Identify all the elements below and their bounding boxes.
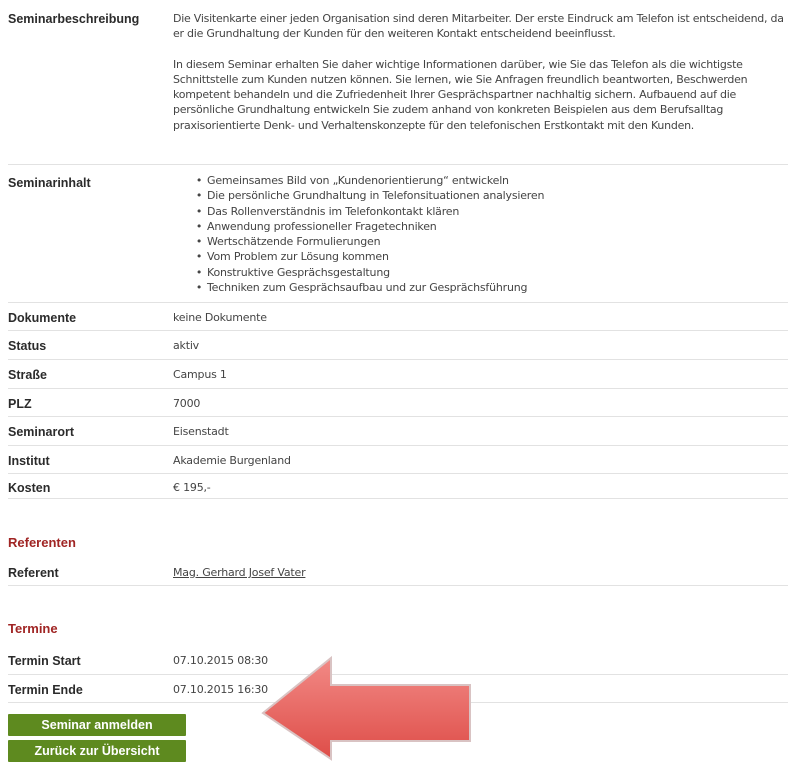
referenten-heading: Referenten — [8, 535, 76, 550]
status-label: Status — [8, 339, 47, 353]
referent-value: Mag. Gerhard Josef Vater — [173, 566, 306, 579]
street-label: Straße — [8, 368, 47, 382]
termine-heading: Termine — [8, 621, 58, 636]
street-value: Campus 1 — [173, 368, 227, 381]
termin-end-value: 07.10.2015 16:30 — [173, 683, 268, 696]
list-item: Gemeinsames Bild von „Kundenorientierung… — [173, 173, 773, 188]
description-row: Seminarbeschreibung Die Visitenkarte ein… — [8, 0, 788, 165]
highlight-arrow-icon — [261, 655, 471, 761]
institute-value: Akademie Burgenland — [173, 454, 291, 467]
table-row: Seminarort Eisenstadt — [8, 417, 788, 446]
list-item: Das Rollenverständnis im Telefonkontakt … — [173, 204, 773, 219]
documents-label: Dokumente — [8, 311, 77, 325]
termin-end-label: Termin Ende — [8, 683, 83, 697]
back-to-overview-button[interactable]: Zurück zur Übersicht — [8, 740, 186, 762]
register-seminar-button[interactable]: Seminar anmelden — [8, 714, 186, 736]
list-item: Vom Problem zur Lösung kommen — [173, 249, 773, 264]
referent-row: Referent Mag. Gerhard Josef Vater — [8, 558, 788, 586]
description-paragraph-1: Die Visitenkarte einer jeden Organisatio… — [173, 12, 784, 41]
table-row: Straße Campus 1 — [8, 360, 788, 389]
location-value: Eisenstadt — [173, 425, 229, 438]
table-row: Kosten € 195,- — [8, 474, 788, 499]
location-label: Seminarort — [8, 425, 74, 439]
table-row: PLZ 7000 — [8, 389, 788, 417]
arrow-shape — [261, 655, 471, 761]
cost-value: € 195,- — [173, 481, 211, 494]
list-item: Konstruktive Gesprächsgestaltung — [173, 265, 773, 280]
table-row: Dokumente keine Dokumente — [8, 303, 788, 331]
content-row: Seminarinhalt Gemeinsames Bild von „Kund… — [8, 165, 788, 303]
list-item: Anwendung professioneller Fragetechniken — [173, 219, 773, 234]
cost-label: Kosten — [8, 481, 51, 495]
termin-start-value: 07.10.2015 08:30 — [173, 654, 268, 667]
description-label: Seminarbeschreibung — [8, 12, 140, 26]
description-text: Die Visitenkarte einer jeden Organisatio… — [173, 11, 785, 133]
content-label: Seminarinhalt — [8, 176, 91, 190]
list-item: Techniken zum Gesprächsaufbau und zur Ge… — [173, 280, 773, 295]
table-row: Institut Akademie Burgenland — [8, 446, 788, 474]
list-item: Die persönliche Grundhaltung in Telefons… — [173, 188, 773, 203]
zip-value: 7000 — [173, 397, 201, 410]
table-row: Status aktiv — [8, 331, 788, 360]
content-list: Gemeinsames Bild von „Kundenorientierung… — [173, 173, 773, 295]
list-item: Wertschätzende Formulierungen — [173, 234, 773, 249]
referent-link[interactable]: Mag. Gerhard Josef Vater — [173, 566, 306, 579]
status-value: aktiv — [173, 339, 199, 352]
institute-label: Institut — [8, 454, 50, 468]
seminar-detail-page: Seminarbeschreibung Die Visitenkarte ein… — [0, 0, 788, 762]
termin-start-label: Termin Start — [8, 654, 81, 668]
zip-label: PLZ — [8, 397, 32, 411]
referent-label: Referent — [8, 566, 59, 580]
description-paragraph-2: In diesem Seminar erhalten Sie daher wic… — [173, 57, 748, 132]
documents-value: keine Dokumente — [173, 311, 267, 324]
